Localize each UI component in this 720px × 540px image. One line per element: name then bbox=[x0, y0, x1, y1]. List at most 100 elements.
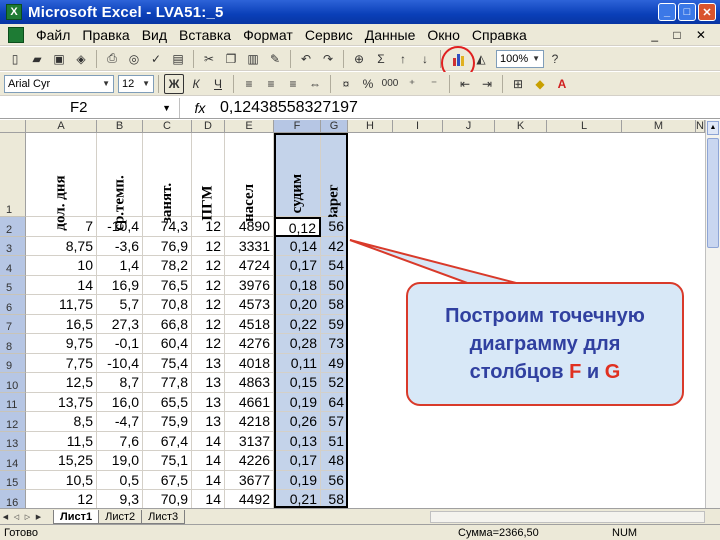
cell-C3[interactable]: 76,9 bbox=[143, 236, 192, 256]
column-header-M[interactable]: M bbox=[622, 120, 696, 133]
cell-G14[interactable]: 48 bbox=[321, 451, 348, 471]
cell-F7[interactable]: 0,22 bbox=[274, 314, 321, 334]
open-folder-icon[interactable]: ▰ bbox=[27, 49, 47, 69]
cell-G9[interactable]: 49 bbox=[321, 353, 348, 373]
cell-B16[interactable]: 9,3 bbox=[97, 490, 143, 508]
cell-B6[interactable]: 5,7 bbox=[97, 295, 143, 315]
cut-icon[interactable]: ✂ bbox=[199, 49, 219, 69]
workbook-icon[interactable] bbox=[8, 26, 24, 43]
bold-button[interactable]: Ж bbox=[164, 73, 184, 94]
row-header-1[interactable]: 1 bbox=[0, 133, 26, 217]
cell-D9[interactable]: 13 bbox=[192, 353, 225, 373]
cell-D16[interactable]: 14 bbox=[192, 490, 225, 508]
cell-E12[interactable]: 4218 bbox=[225, 412, 274, 432]
cell-B7[interactable]: 27,3 bbox=[97, 314, 143, 334]
cell-E2[interactable]: 4890 bbox=[225, 217, 274, 237]
cell-C6[interactable]: 70,8 bbox=[143, 295, 192, 315]
align-right-icon[interactable]: ≡ bbox=[283, 74, 303, 94]
cell-D6[interactable]: 12 bbox=[192, 295, 225, 315]
cell-A12[interactable]: 8,5 bbox=[26, 412, 97, 432]
undo-icon[interactable]: ↶ bbox=[296, 49, 316, 69]
cell-F15[interactable]: 0,19 bbox=[274, 470, 321, 490]
cell-E16[interactable]: 4492 bbox=[225, 490, 274, 508]
percent-button[interactable]: % bbox=[358, 74, 378, 94]
cell-A15[interactable]: 10,5 bbox=[26, 470, 97, 490]
cell-E5[interactable]: 3976 bbox=[225, 275, 274, 295]
document-window-controls[interactable]: _ □ ✕ bbox=[651, 28, 712, 42]
cell-B4[interactable]: 1,4 bbox=[97, 256, 143, 276]
column-header-G[interactable]: G bbox=[321, 120, 348, 133]
vertical-scrollbar[interactable]: ▲ bbox=[705, 120, 720, 508]
cell-F3[interactable]: 0,14 bbox=[274, 236, 321, 256]
cell-G7[interactable]: 59 bbox=[321, 314, 348, 334]
scroll-up-icon[interactable]: ▲ bbox=[707, 121, 719, 135]
cell-A3[interactable]: 8,75 bbox=[26, 236, 97, 256]
cell-C15[interactable]: 67,5 bbox=[143, 470, 192, 490]
last-sheet-icon[interactable]: ▶ bbox=[33, 513, 44, 521]
underline-button[interactable]: Ч bbox=[208, 74, 228, 94]
row-header-3[interactable]: 3 bbox=[0, 236, 26, 256]
cell-F6[interactable]: 0,20 bbox=[274, 295, 321, 315]
cell-E8[interactable]: 4276 bbox=[225, 334, 274, 354]
research-icon[interactable]: ▤ bbox=[168, 49, 188, 69]
row-header-10[interactable]: 10 bbox=[0, 373, 26, 393]
row-header-5[interactable]: 5 bbox=[0, 275, 26, 295]
close-button[interactable]: ✕ bbox=[698, 3, 716, 21]
decrease-decimal-icon[interactable]: ⁻ bbox=[424, 74, 444, 94]
thousands-button[interactable]: 000 bbox=[380, 74, 400, 94]
column-header-F[interactable]: F bbox=[274, 120, 321, 133]
cell-A4[interactable]: 10 bbox=[26, 256, 97, 276]
row-header-7[interactable]: 7 bbox=[0, 314, 26, 334]
cell-F11[interactable]: 0,19 bbox=[274, 392, 321, 412]
sheet-tab-3[interactable]: Лист3 bbox=[141, 509, 186, 524]
cell-A16[interactable]: 12 bbox=[26, 490, 97, 508]
cell-E7[interactable]: 4518 bbox=[225, 314, 274, 334]
cell-C16[interactable]: 70,9 bbox=[143, 490, 192, 508]
increase-decimal-icon[interactable]: ⁺ bbox=[402, 74, 422, 94]
print-icon[interactable]: ⎙ bbox=[102, 49, 122, 69]
column-header-H[interactable]: H bbox=[348, 120, 393, 133]
prev-sheet-icon[interactable]: ◁ bbox=[11, 513, 22, 521]
cell-F4[interactable]: 0,17 bbox=[274, 256, 321, 276]
sheet-tab-1[interactable]: Лист1 bbox=[53, 509, 100, 524]
font-color-icon[interactable]: A bbox=[552, 74, 572, 94]
cell-A13[interactable]: 11,5 bbox=[26, 431, 97, 451]
cell-A6[interactable]: 11,75 bbox=[26, 295, 97, 315]
cell-A9[interactable]: 7,75 bbox=[26, 353, 97, 373]
insert-function-icon[interactable]: fx bbox=[180, 100, 220, 116]
cell-B13[interactable]: 7,6 bbox=[97, 431, 143, 451]
minimize-button[interactable]: _ bbox=[658, 3, 676, 21]
row-header-13[interactable]: 13 bbox=[0, 431, 26, 451]
cell-F5[interactable]: 0,18 bbox=[274, 275, 321, 295]
first-sheet-icon[interactable]: ◀ bbox=[0, 513, 11, 521]
cell-G15[interactable]: 56 bbox=[321, 470, 348, 490]
redo-icon[interactable]: ↷ bbox=[318, 49, 338, 69]
cell-E15[interactable]: 3677 bbox=[225, 470, 274, 490]
cell-G6[interactable]: 58 bbox=[321, 295, 348, 315]
cell-B12[interactable]: -4,7 bbox=[97, 412, 143, 432]
column-header-K[interactable]: K bbox=[495, 120, 547, 133]
align-left-icon[interactable]: ≡ bbox=[239, 74, 259, 94]
row-header-4[interactable]: 4 bbox=[0, 256, 26, 276]
cell-D8[interactable]: 12 bbox=[192, 334, 225, 354]
paste-icon[interactable]: ▥ bbox=[243, 49, 263, 69]
column-header-D[interactable]: D bbox=[192, 120, 225, 133]
cell-C7[interactable]: 66,8 bbox=[143, 314, 192, 334]
header-cell-F[interactable]: % судим bbox=[274, 133, 321, 232]
cell-G5[interactable]: 50 bbox=[321, 275, 348, 295]
cell-F13[interactable]: 0,13 bbox=[274, 431, 321, 451]
cell-C10[interactable]: 77,8 bbox=[143, 373, 192, 393]
cell-B14[interactable]: 19,0 bbox=[97, 451, 143, 471]
cell-A10[interactable]: 12,5 bbox=[26, 373, 97, 393]
cell-F12[interactable]: 0,26 bbox=[274, 412, 321, 432]
cell-G10[interactable]: 52 bbox=[321, 373, 348, 393]
menu-item-6[interactable]: Данные bbox=[359, 27, 422, 43]
cell-G4[interactable]: 54 bbox=[321, 256, 348, 276]
cell-B15[interactable]: 0,5 bbox=[97, 470, 143, 490]
cell-D10[interactable]: 13 bbox=[192, 373, 225, 393]
column-header-L[interactable]: L bbox=[547, 120, 622, 133]
cell-E10[interactable]: 4863 bbox=[225, 373, 274, 393]
column-header-C[interactable]: C bbox=[143, 120, 192, 133]
row-header-9[interactable]: 9 bbox=[0, 353, 26, 373]
menu-item-3[interactable]: Вставка bbox=[173, 27, 237, 43]
